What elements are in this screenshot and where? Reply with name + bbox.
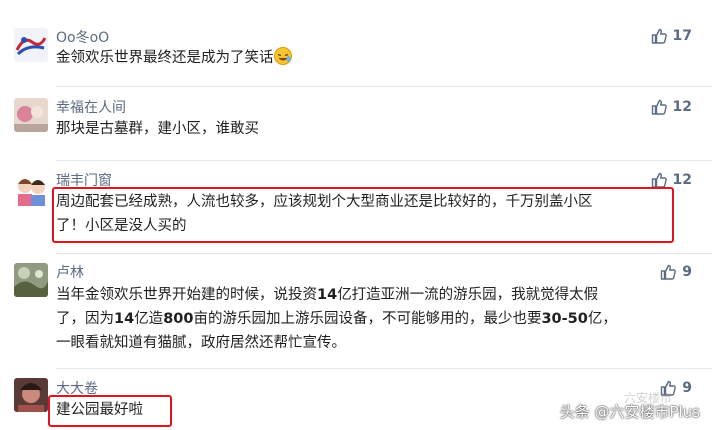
thumbs-up-icon	[651, 172, 667, 188]
watermark: 头条 @六安楼市Plus	[534, 400, 700, 422]
username[interactable]: 卢林	[56, 262, 84, 282]
text-span-bold: 800	[163, 311, 194, 327]
comment-divider	[56, 253, 712, 254]
highlight-box	[52, 187, 674, 243]
user-avatar[interactable]	[14, 28, 48, 62]
text-span: 了，因为	[56, 311, 114, 327]
comment-line: 一眼看就知道有猫腻，政府居然还帮忙宣传。	[56, 335, 346, 351]
user-avatar[interactable]	[14, 263, 48, 297]
username[interactable]: 幸福在人间	[56, 97, 126, 117]
comment-line: 当年金领欢乐世界开始建的时候，说投资14亿打造亚洲一流的游乐园，我就觉得太假	[56, 283, 676, 307]
comment-list: Oo冬oO 17 金领欢乐世界最终还是成为了笑话 幸福在人间 12 那块是古墓群…	[0, 0, 712, 430]
text-span: 亿，	[587, 311, 617, 327]
user-avatar[interactable]	[14, 98, 48, 132]
thumbs-up-icon	[651, 28, 667, 44]
comment-divider	[56, 160, 712, 161]
like-button[interactable]: 12	[651, 172, 692, 188]
laughing-face-emoji-icon	[273, 47, 292, 65]
comment-divider	[56, 368, 712, 369]
watermark-text: 头条 @六安楼市Plus	[559, 402, 700, 421]
user-avatar[interactable]	[14, 378, 48, 412]
comment-text: 金领欢乐世界最终还是成为了笑话	[56, 46, 676, 70]
text-span: 亩的游乐园加上游乐园设备，不可能够用的，最少也要	[193, 311, 542, 327]
text-span: 亿打造亚洲一流的游乐园，我就觉得太假	[337, 287, 599, 303]
thumbs-up-icon	[660, 264, 677, 280]
comment-body: 金领欢乐世界最终还是成为了笑话	[56, 50, 274, 66]
like-count: 17	[672, 28, 692, 44]
comment-line: 了，因为14亿造800亩的游乐园加上游乐园设备，不可能够用的，最少也要30-50…	[56, 307, 676, 331]
comment-text: 那块是古墓群，建小区，谁敢买	[56, 121, 259, 137]
text-span-bold: 30-50	[541, 311, 588, 327]
text-span-bold: 14	[317, 287, 338, 303]
username[interactable]: Oo冬oO	[56, 27, 109, 47]
text-span-bold: 14	[114, 311, 135, 327]
like-count: 9	[682, 264, 692, 280]
user-avatar[interactable]	[14, 172, 48, 206]
like-count: 9	[682, 380, 692, 396]
thumbs-up-icon	[651, 99, 667, 115]
like-count: 12	[672, 99, 692, 115]
comment-text: 当年金领欢乐世界开始建的时候，说投资14亿打造亚洲一流的游乐园，我就觉得太假 了…	[56, 283, 676, 355]
like-button[interactable]: 17	[651, 28, 692, 44]
text-span: 当年金领欢乐世界开始建的时候，说投资	[56, 287, 317, 303]
text-span: 亿造	[134, 311, 164, 327]
account-logo-icon	[534, 400, 556, 422]
like-button[interactable]: 9	[660, 264, 692, 280]
highlight-box	[48, 395, 172, 427]
like-count: 12	[672, 172, 692, 188]
like-button[interactable]: 12	[651, 99, 692, 115]
comment-divider	[56, 86, 712, 87]
